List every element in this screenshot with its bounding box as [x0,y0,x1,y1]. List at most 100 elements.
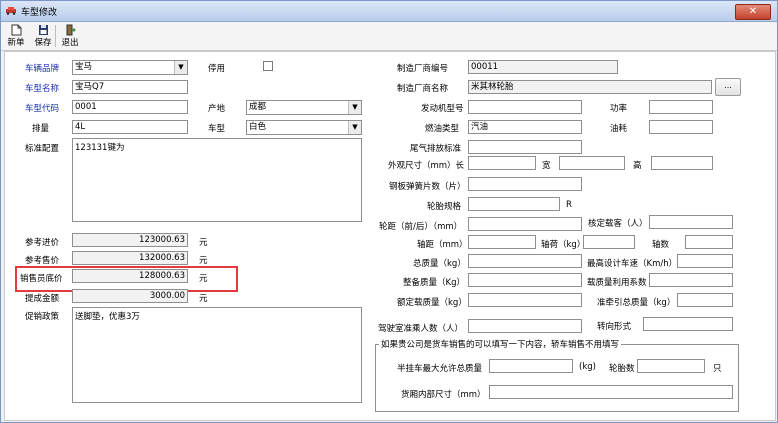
model-name-input[interactable]: 宝马Q7 [72,80,188,94]
origin-value: 成都 [249,102,267,112]
displacement-input[interactable]: 4L [72,120,188,134]
semi-mass-label: 半挂车最大允许总质量 [397,364,483,374]
disabled-checkbox[interactable] [263,61,273,71]
tow-mass-label: 准牵引总质量（kg） [597,298,676,308]
browse-button[interactable]: ... [715,78,741,96]
title-bar: 车型修改 ✕ [1,1,777,22]
cargo-size-label: 货厢内部尺寸（mm） [401,390,486,400]
width-input[interactable] [559,156,625,170]
total-mass-label: 总质量（kg） [413,259,466,269]
origin-select[interactable]: 成都 ▼ [246,100,362,115]
ref-cost-unit: 元 [199,238,208,248]
save-disk-icon [38,25,48,35]
mfr-name-input[interactable]: 米其林轮胎 [468,80,712,94]
model-code-input[interactable]: 0001 [72,100,188,114]
rated-load-label: 额定载质量（kg） [397,298,467,308]
tire-count-label: 轮胎数 [609,364,635,374]
semi-mass-unit: (kg) [579,362,596,372]
exit-door-icon [66,24,76,36]
config-textarea[interactable]: 123131键为 [72,138,362,222]
power-label: 功率 [610,104,628,114]
type-label: 车型 [208,124,226,134]
toolbar-divider [55,25,56,47]
model-name-label: 车型名称 [25,84,60,94]
emission-input[interactable] [468,140,582,154]
rated-load-input[interactable] [468,293,582,307]
tire-count-unit: 只 [713,364,722,374]
brand-value: 宝马 [75,62,93,72]
new-document-icon [11,24,21,36]
seats-input[interactable] [649,215,733,229]
load-util-input[interactable] [649,273,733,287]
size-label: 外观尺寸（mm）长 [388,161,465,171]
consumption-input[interactable] [649,120,713,134]
power-input[interactable] [649,100,713,114]
displacement-label: 排量 [32,124,50,134]
brand-select[interactable]: 宝马 ▼ [72,60,188,75]
car-icon [6,7,16,15]
config-label: 标准配置 [25,144,60,154]
brand-label: 车辆品牌 [25,64,60,74]
model-code-label: 车型代码 [25,104,60,114]
mfr-name-label: 制造厂商名称 [397,84,449,94]
total-mass-input[interactable] [468,254,582,268]
promo-textarea[interactable]: 送脚垫，优惠3万 [72,307,362,403]
wheelbase-input[interactable] [468,235,536,249]
max-speed-input[interactable] [677,254,733,268]
type-select[interactable]: 白色 ▼ [246,120,362,135]
engine-input[interactable] [468,100,582,114]
ref-cost-input[interactable]: 123000.63 [72,233,188,247]
axleload-label: 轴荷（kg） [541,240,586,250]
track-input[interactable] [468,217,582,231]
truck-group-title: 如果贵公司是货车销售的可以填写一下内容，轿车销售不用填写 [379,338,622,350]
exit-label: 退出 [61,38,79,48]
chevron-down-icon: ▼ [174,61,187,74]
axles-input[interactable] [685,235,733,249]
chevron-down-icon: ▼ [348,121,361,134]
commission-unit: 元 [199,294,208,304]
steering-label: 转向形式 [597,322,632,332]
tire-label: 轮胎规格 [427,202,462,212]
mfr-code-label: 制造厂商编号 [397,64,449,74]
cab-pass-label: 驾驶室准乘人数（人） [378,324,464,334]
tire-count-input[interactable] [637,359,705,373]
ref-price-label: 参考售价 [25,256,60,266]
spring-input[interactable] [468,177,582,191]
cab-pass-input[interactable] [468,319,582,333]
tire-input[interactable] [468,197,560,211]
tow-mass-input[interactable] [677,293,733,307]
fuel-input[interactable]: 汽油 [468,120,582,134]
max-speed-label: 最高设计车速（Km/h） [587,259,678,269]
width-label: 宽 [542,161,551,171]
type-value: 白色 [249,122,267,132]
disabled-label: 停用 [208,64,226,74]
fuel-label: 燃油类型 [425,124,460,134]
spring-label: 钢板弹簧片数（片） [389,182,466,192]
toolbar: 新单 保存 退出 [1,22,777,51]
chevron-down-icon: ▼ [348,101,361,114]
seats-label: 核定载客（人） [588,219,648,229]
wheelbase-label: 轴距（mm） [417,240,468,250]
save-button[interactable]: 保存 [34,24,52,48]
load-util-label: 载质量利用系数 [587,278,647,288]
exit-button[interactable]: 退出 [61,24,79,48]
mfr-code-input[interactable]: 00011 [468,60,618,74]
curb-mass-label: 整备质量（Kg） [403,278,465,288]
cargo-size-input[interactable] [489,385,733,399]
height-label: 高 [633,161,642,171]
ref-price-unit: 元 [199,256,208,266]
close-button[interactable]: ✕ [735,4,771,20]
axles-label: 轴数 [652,240,670,250]
length-input[interactable] [468,156,536,170]
axleload-input[interactable] [583,235,635,249]
height-input[interactable] [651,156,713,170]
emission-label: 尾气排放标准 [410,144,462,154]
new-button[interactable]: 新单 [7,24,25,48]
semi-mass-input[interactable] [489,359,573,373]
curb-mass-input[interactable] [468,273,582,287]
commission-input[interactable]: 3000.00 [72,289,188,303]
track-label: 轮距（前/后）（mm） [379,222,463,232]
steering-input[interactable] [643,317,733,331]
engine-label: 发动机型号 [421,104,464,114]
ref-price-input[interactable]: 132000.63 [72,251,188,265]
